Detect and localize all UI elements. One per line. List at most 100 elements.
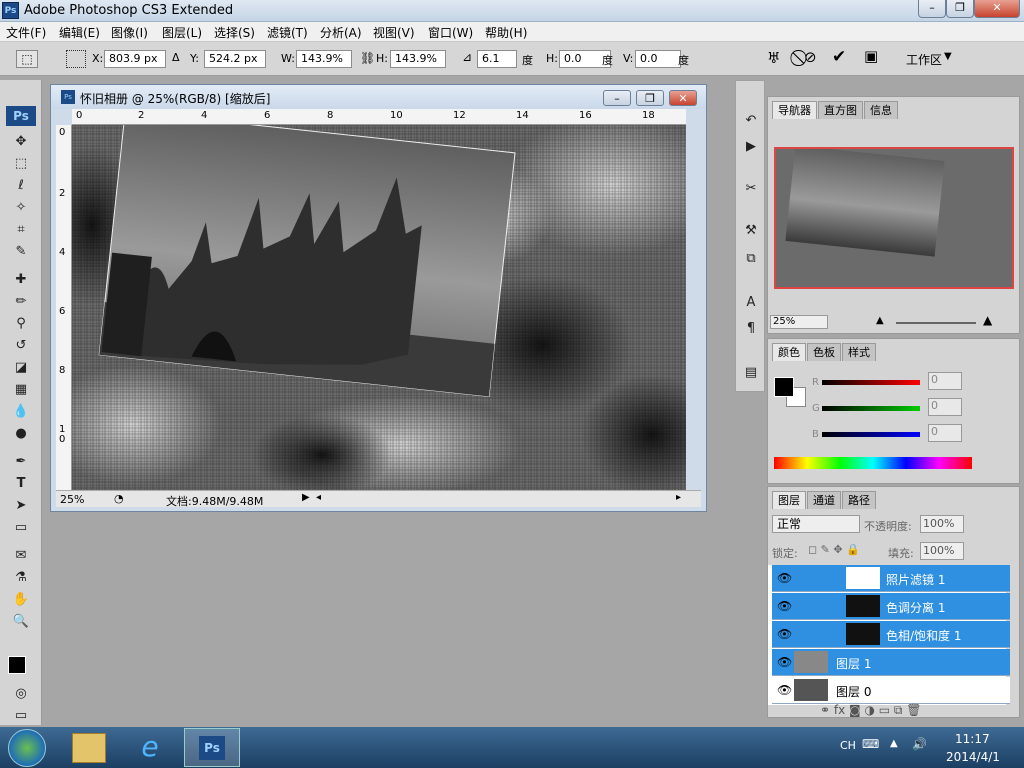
history-brush-tool-icon[interactable]: ↺ [10,336,32,356]
layer-row-layer0[interactable]: 👁 图层 0 [772,677,1010,704]
hand-tool-icon[interactable]: ✋ [10,590,32,610]
keyboard-icon[interactable]: ⌨ [862,737,879,751]
screen-mode-icon[interactable]: ▭ [10,706,32,726]
navigator-preview[interactable] [774,147,1014,289]
shape-tool-icon[interactable]: ▭ [10,518,32,538]
reference-point-icon[interactable] [66,50,86,68]
close-button[interactable]: ✕ [974,0,1020,18]
vskew-field[interactable]: 0.0 [635,50,681,68]
tab-paths[interactable]: 路径 [842,491,876,509]
eye-icon[interactable]: 👁 [777,655,792,669]
workspace-dropdown-icon[interactable]: ▼ [944,51,952,62]
character-panel-icon[interactable]: A [740,293,762,313]
warp-icon[interactable]: ♅ [767,49,780,67]
actions-panel-icon[interactable]: ▶ [740,137,762,157]
volume-icon[interactable]: 🔊 [912,737,927,751]
workspace-button[interactable]: 工作区 [906,51,942,68]
scroll-left-icon[interactable]: ◂ [316,492,321,503]
navigator-zoom[interactable]: 25% [770,315,828,329]
blur-tool-icon[interactable]: 💧 [10,402,32,422]
link-icon[interactable]: ⛓ [360,51,375,65]
menu-file[interactable]: 文件(F) [6,24,46,41]
type-tool-icon[interactable]: T [10,474,32,494]
dodge-tool-icon[interactable]: ● [10,424,32,444]
move-tool-icon[interactable]: ✥ [10,132,32,152]
tool-presets-icon[interactable]: ✂ [740,179,762,199]
layer-row-posterize[interactable]: 👁 色调分离 1 [772,593,1010,620]
eye-icon[interactable]: 👁 [777,627,792,641]
eyedropper2-tool-icon[interactable]: ⚗ [10,568,32,588]
layer-footer-icons[interactable]: ⚭ fx ◙ ◑ ▭ ⧉ 🗑 [820,703,922,718]
paragraph-panel-icon[interactable]: ¶ [740,319,762,339]
tab-swatches[interactable]: 色板 [807,343,841,361]
photoshop-taskbar-button[interactable]: Ps [184,728,240,767]
cancel-transform-button[interactable]: ⊘ [804,48,817,66]
h-field[interactable]: 143.9% [390,50,446,68]
zoom-in-icon[interactable]: ▲ [983,313,992,327]
layer-row-layer1[interactable]: 👁 图层 1 [772,649,1010,676]
zoom-tool-icon[interactable]: 🔍 [10,612,32,632]
transform-tool-icon[interactable]: ⬚ [16,50,38,68]
marquee-tool-icon[interactable]: ⬚ [10,154,32,174]
magic-wand-tool-icon[interactable]: ✧ [10,198,32,218]
stamp-tool-icon[interactable]: ⚲ [10,314,32,334]
color-ramp[interactable] [774,457,972,469]
layer-row-photo-filter[interactable]: 👁 照片滤镜 1 [772,565,1010,592]
zoom-level[interactable]: 25% [60,493,84,506]
brush-tool-icon[interactable]: ✏ [10,292,32,312]
zoom-out-icon[interactable]: ▲ [876,315,884,326]
eye-icon[interactable]: 👁 [777,599,792,613]
menu-filter[interactable]: 滤镜(T) [267,24,308,41]
bridge-icon[interactable]: ▣ [864,47,878,65]
maximize-button[interactable]: ❐ [946,0,974,18]
doc-close-button[interactable]: ✕ [669,90,697,106]
menu-analysis[interactable]: 分析(A) [320,24,362,41]
clone-source-icon[interactable]: ⧉ [740,249,762,269]
b-slider[interactable] [822,432,920,437]
path-select-tool-icon[interactable]: ➤ [10,496,32,516]
menu-select[interactable]: 选择(S) [214,24,255,41]
blend-mode-select[interactable]: 正常 [772,515,860,533]
layer-comps-icon[interactable]: ▤ [740,363,762,383]
y-field[interactable]: 524.2 px [204,50,266,68]
minimize-button[interactable]: – [918,0,946,18]
tab-color[interactable]: 颜色 [772,343,806,361]
layer-row-hue-saturation[interactable]: 👁 色相/饱和度 1 [772,621,1010,648]
menu-window[interactable]: 窗口(W) [428,24,473,41]
g-slider[interactable] [822,406,920,411]
doc-minimize-button[interactable]: – [603,90,631,106]
canvas[interactable] [72,125,686,490]
language-indicator[interactable]: CH [840,739,856,752]
color-fg-swatch[interactable] [774,377,794,397]
tab-info[interactable]: 信息 [864,101,898,119]
r-value[interactable]: 0 [928,372,962,390]
eyedropper-tool-icon[interactable]: ✎ [10,242,32,262]
tab-layers[interactable]: 图层 [772,491,806,509]
clock-date[interactable]: 2014/4/1 [946,750,1000,764]
g-value[interactable]: 0 [928,398,962,416]
quick-mask-icon[interactable]: ◎ [10,684,32,704]
tab-histogram[interactable]: 直方图 [818,101,863,119]
commit-transform-icon[interactable]: ✔ [832,47,846,67]
menu-layer[interactable]: 图层(L) [162,24,202,41]
pen-tool-icon[interactable]: ✒ [10,452,32,472]
foreground-color-swatch[interactable] [8,656,26,674]
ie-icon[interactable]: e [134,731,166,763]
r-slider[interactable] [822,380,920,385]
explorer-icon[interactable] [72,733,106,763]
status-arrow-icon[interactable]: ▶ [302,492,310,503]
tab-styles[interactable]: 样式 [842,343,876,361]
eraser-tool-icon[interactable]: ◪ [10,358,32,378]
history-panel-icon[interactable]: ↶ [740,111,762,131]
gradient-tool-icon[interactable]: ▦ [10,380,32,400]
healing-brush-tool-icon[interactable]: ✚ [10,270,32,290]
scroll-right-icon[interactable]: ▸ [676,492,681,503]
clock-time[interactable]: 11:17 [955,732,990,746]
menu-help[interactable]: 帮助(H) [485,24,527,41]
opacity-field[interactable]: 100% [920,515,964,533]
zoom-slider[interactable] [896,322,976,324]
angle-field[interactable]: 6.1 [477,50,517,68]
w-field[interactable]: 143.9% [296,50,352,68]
fill-field[interactable]: 100% [920,542,964,560]
menu-edit[interactable]: 编辑(E) [59,24,100,41]
